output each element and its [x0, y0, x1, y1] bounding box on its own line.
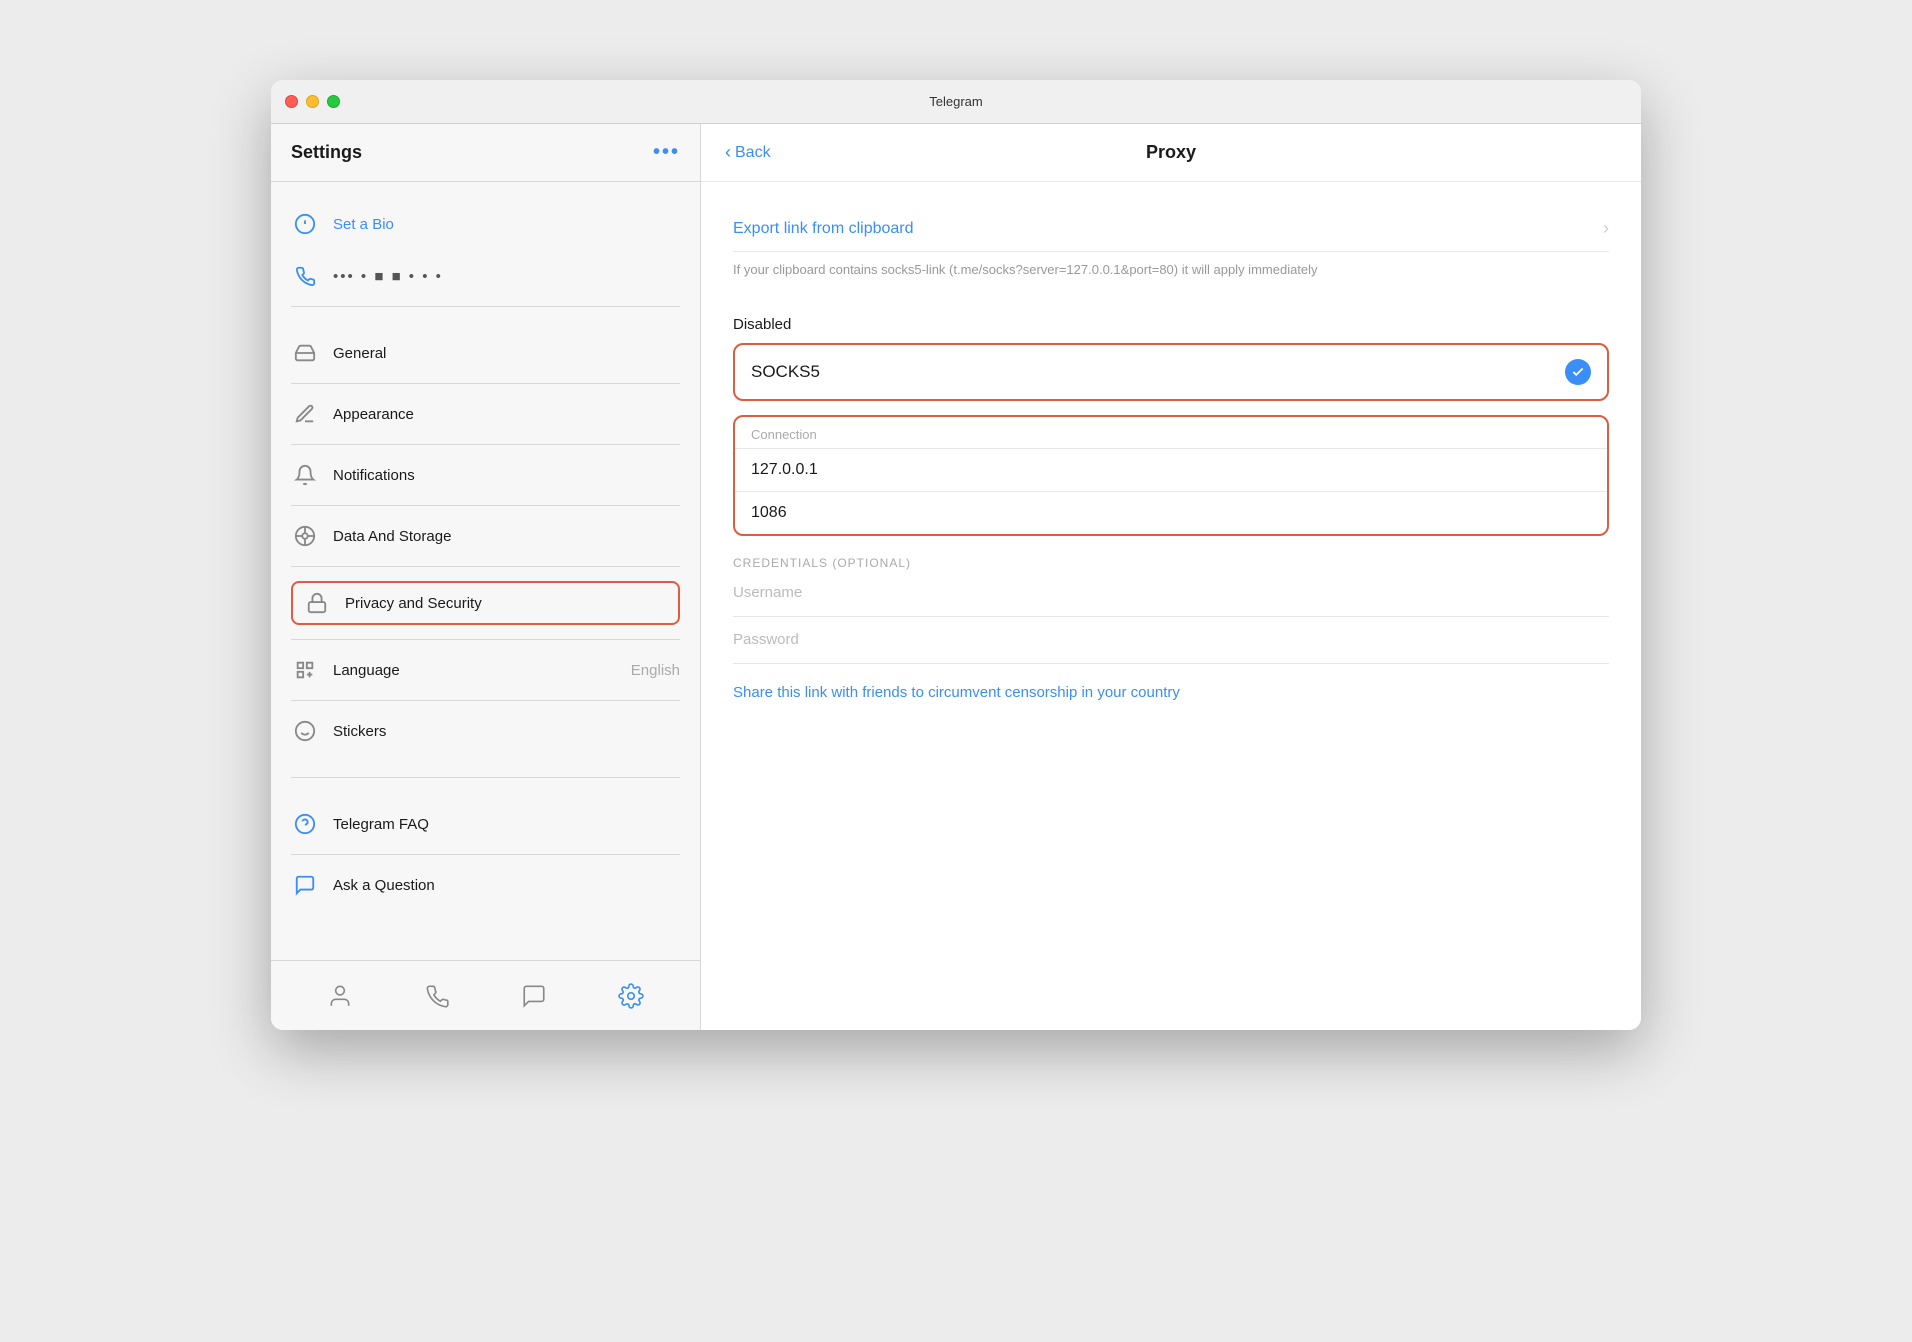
sidebar-item-data-storage[interactable]: Data And Storage: [271, 510, 700, 562]
language-icon: [291, 656, 319, 684]
sidebar-item-notifications[interactable]: Notifications: [271, 449, 700, 501]
sidebar-item-ask[interactable]: Ask a Question: [271, 859, 700, 911]
main-body: Export link from clipboard › If your cli…: [701, 182, 1641, 1030]
title-bar: Telegram: [271, 80, 1641, 124]
spacer-3: [271, 782, 700, 798]
disabled-label: Disabled: [733, 316, 1609, 333]
divider-6: [291, 639, 680, 640]
sidebar-item-phone[interactable]: ••• • ■ ■ • • •: [271, 250, 700, 302]
page-title: Proxy: [1146, 142, 1196, 163]
notifications-icon: [291, 461, 319, 489]
connection-label: Connection: [735, 417, 1607, 448]
general-label: General: [333, 345, 680, 362]
divider-7: [291, 700, 680, 701]
sidebar-scroll-area: Set a Bio ••• • ■ ■ • • •: [271, 182, 700, 960]
notifications-label: Notifications: [333, 467, 680, 484]
back-label: Back: [735, 144, 771, 162]
back-button[interactable]: ‹ Back: [725, 142, 771, 163]
main-header: ‹ Back Proxy: [701, 124, 1641, 182]
main-panel: ‹ Back Proxy Export link from clipboard …: [701, 124, 1641, 1030]
password-field[interactable]: [733, 617, 1609, 664]
sidebar-header: Settings •••: [271, 124, 700, 182]
stickers-label: Stickers: [333, 723, 680, 740]
socks5-label: SOCKS5: [751, 362, 820, 382]
minimize-button[interactable]: [306, 95, 319, 108]
spacer-2: [271, 757, 700, 773]
close-button[interactable]: [285, 95, 298, 108]
data-storage-label: Data And Storage: [333, 528, 680, 545]
ask-label: Ask a Question: [333, 877, 680, 894]
traffic-lights: [285, 95, 340, 108]
bottom-nav-calls[interactable]: [404, 975, 470, 1017]
back-chevron-icon: ‹: [725, 142, 731, 163]
export-link-label: Export link from clipboard: [733, 220, 914, 238]
port-field[interactable]: 1086: [735, 491, 1607, 534]
bottom-nav-contacts[interactable]: [307, 975, 373, 1017]
phone-number: ••• • ■ ■ • • •: [333, 268, 443, 285]
credentials-section: CREDENTIALS (OPTIONAL): [733, 556, 1609, 664]
divider-8: [291, 777, 680, 778]
set-bio-label: Set a Bio: [333, 216, 394, 233]
general-icon: [291, 339, 319, 367]
content-area: Settings ••• Set a Bio: [271, 124, 1641, 1030]
chevron-right-icon: ›: [1603, 218, 1609, 239]
sidebar-item-appearance[interactable]: Appearance: [271, 388, 700, 440]
divider-9: [291, 854, 680, 855]
data-icon: [291, 522, 319, 550]
divider-4: [291, 505, 680, 506]
sidebar-title: Settings: [291, 142, 362, 163]
phone-icon: [291, 262, 319, 290]
window-title: Telegram: [929, 94, 982, 109]
share-link[interactable]: Share this link with friends to circumve…: [733, 684, 1609, 701]
spacer-1: [271, 311, 700, 327]
sidebar-item-privacy-security[interactable]: Privacy and Security: [271, 571, 700, 635]
sidebar-item-language[interactable]: Language English: [271, 644, 700, 696]
maximize-button[interactable]: [327, 95, 340, 108]
credentials-label: CREDENTIALS (OPTIONAL): [733, 556, 1609, 570]
divider-5: [291, 566, 680, 567]
info-icon: [291, 210, 319, 238]
sidebar-item-stickers[interactable]: Stickers: [271, 705, 700, 757]
password-input[interactable]: [733, 631, 1609, 648]
bottom-nav: [271, 960, 700, 1030]
more-button[interactable]: •••: [653, 141, 680, 164]
divider-1: [291, 306, 680, 307]
language-value: English: [631, 662, 680, 679]
proxy-type-socks5[interactable]: SOCKS5: [733, 343, 1609, 401]
socks5-checkmark: [1565, 359, 1591, 385]
appearance-label: Appearance: [333, 406, 680, 423]
connection-box: Connection 127.0.0.1 1086: [733, 415, 1609, 536]
ask-icon: [291, 871, 319, 899]
bottom-nav-chats[interactable]: [501, 975, 567, 1017]
username-field[interactable]: [733, 570, 1609, 617]
export-link-row[interactable]: Export link from clipboard ›: [733, 206, 1609, 252]
app-window: Telegram Settings •••: [271, 80, 1641, 1030]
export-link-description: If your clipboard contains socks5-link (…: [733, 260, 1609, 296]
profile-section: Set a Bio ••• • ■ ■ • • •: [271, 182, 700, 327]
header-inner: ‹ Back Proxy: [725, 142, 1617, 163]
port-value: 1086: [751, 504, 787, 521]
faq-icon: [291, 810, 319, 838]
sidebar-item-faq[interactable]: Telegram FAQ: [271, 798, 700, 850]
appearance-icon: [291, 400, 319, 428]
divider-2: [291, 383, 680, 384]
sidebar-item-general[interactable]: General: [271, 327, 700, 379]
faq-label: Telegram FAQ: [333, 816, 680, 833]
privacy-icon: [303, 589, 331, 617]
language-label: Language: [333, 662, 631, 679]
sidebar: Settings ••• Set a Bio: [271, 124, 701, 1030]
server-field[interactable]: 127.0.0.1: [735, 448, 1607, 491]
stickers-icon: [291, 717, 319, 745]
username-input[interactable]: [733, 584, 1609, 601]
sidebar-item-set-bio[interactable]: Set a Bio: [271, 198, 700, 250]
privacy-security-label: Privacy and Security: [345, 595, 668, 612]
bottom-nav-settings[interactable]: [598, 975, 664, 1017]
server-value: 127.0.0.1: [751, 461, 818, 478]
divider-3: [291, 444, 680, 445]
